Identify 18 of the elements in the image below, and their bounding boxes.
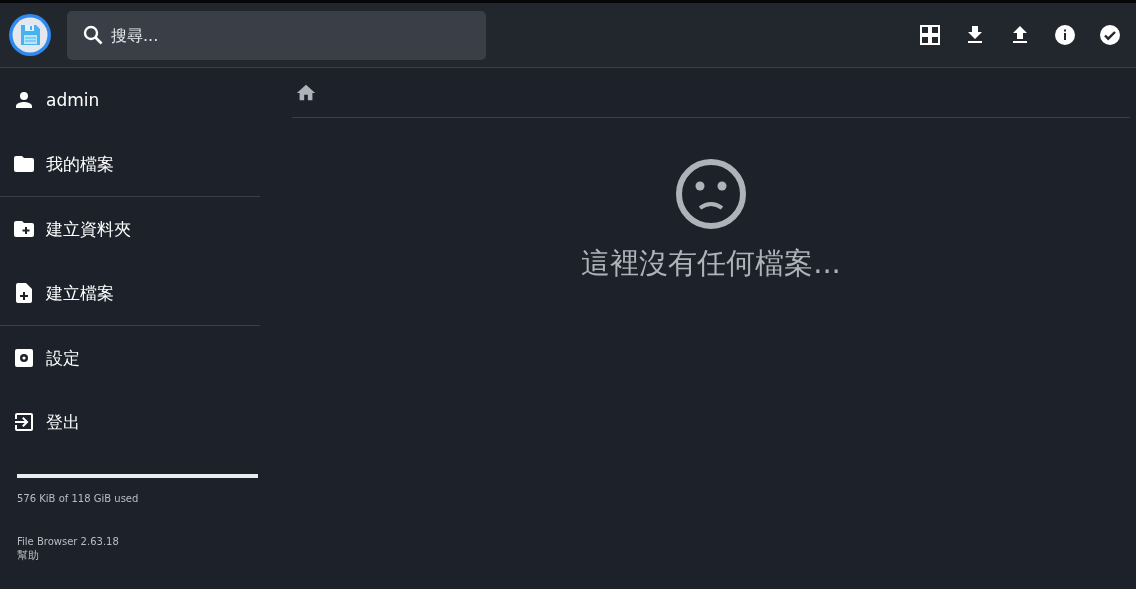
sidebar-item[interactable]: 設定	[0, 326, 260, 390]
logo-icon[interactable]	[8, 13, 52, 57]
version-text: File Browser 2.63.18	[17, 536, 120, 547]
info-icon	[1053, 23, 1077, 47]
empty-message: 這裡沒有任何檔案...	[581, 245, 841, 282]
help-link[interactable]: 幫助	[17, 548, 260, 563]
usage-text: 576 KiB of 118 GiB used	[17, 493, 140, 504]
check-circle-icon	[1098, 23, 1122, 47]
logout-icon	[12, 410, 36, 434]
sidebar-item[interactable]: 建立資料夾	[0, 197, 260, 261]
sidebar-item[interactable]: 登出	[0, 390, 260, 454]
sad-face-icon	[675, 158, 747, 230]
sidebar-item[interactable]: 我的檔案	[0, 132, 260, 196]
sidebar-item[interactable]: admin	[0, 68, 260, 132]
settings-icon	[12, 346, 36, 370]
sidebar-item[interactable]: 建立檔案	[0, 261, 260, 325]
search-field[interactable]: 搜尋...	[67, 10, 486, 60]
grid-icon	[918, 23, 942, 47]
